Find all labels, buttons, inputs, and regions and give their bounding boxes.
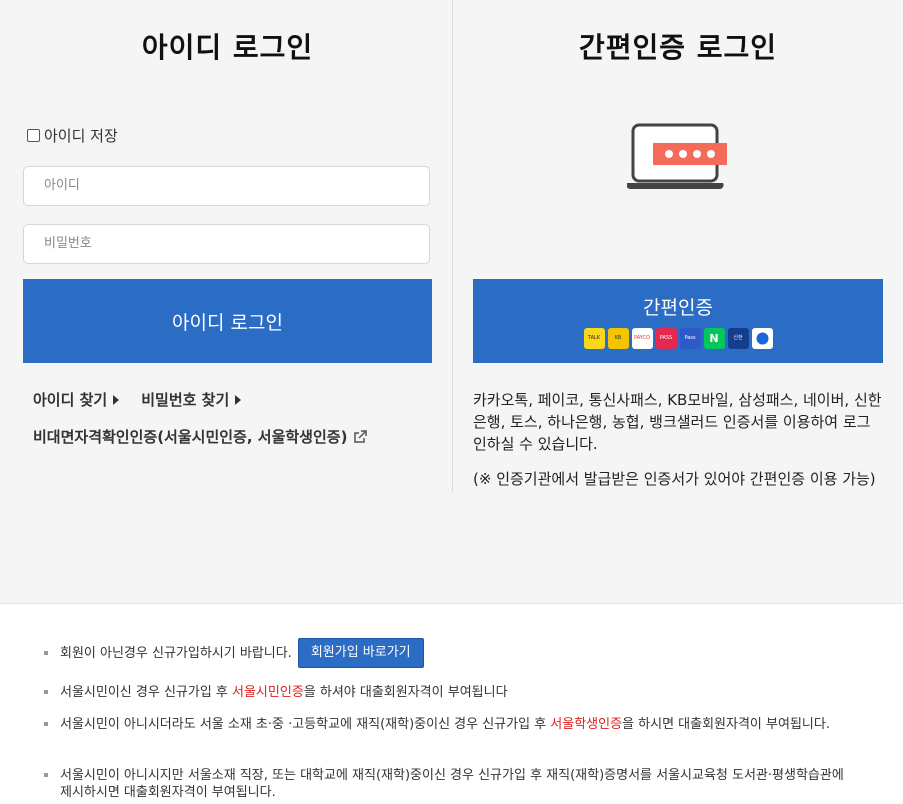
notice-text: 서울시민이신 경우 신규가입 후 서울시민인증을 하셔야 대출회원자격이 부여됩… — [60, 684, 864, 701]
easy-login-description: 카카오톡, 페이코, 통신사패스, KB모바일, 삼성패스, 네이버, 신한은행… — [473, 391, 882, 453]
easy-login-button-label: 간편인증 — [643, 297, 713, 319]
seoul-citizen-auth-text: 서울시민인증 — [232, 685, 304, 700]
easy-login-title: 간편인증 로그인 — [578, 31, 778, 64]
list-item: 서울시민이 아니시지만 서울소재 직장, 또는 대학교에 재직(재학)중이신 경… — [44, 767, 864, 801]
bullet-icon — [44, 773, 48, 777]
find-links: 아이디 찾기 비밀번호 찾기 — [33, 389, 242, 410]
notice-text-part: 을 하셔야 대출회원자격이 부여됩니다 — [303, 685, 508, 700]
id-login-title: 아이디 로그인 — [141, 31, 314, 64]
shinhan-icon: 신한 — [727, 328, 749, 349]
save-id-label: 아이디 저장 — [44, 127, 118, 145]
easy-login-button[interactable]: 간편인증 TALK KB PAYCO PASS Pass N 신한 — [473, 279, 883, 363]
kb-icon: KB — [607, 328, 629, 349]
payco-icon: PAYCO — [631, 328, 653, 349]
arrow-right-icon — [235, 394, 242, 405]
laptop-password-icon — [627, 123, 727, 190]
notice-text-part: 서울시민이 아니시더라도 서울 소재 초·중 ·고등학교에 재직(재학)중이신 … — [60, 717, 551, 732]
id-input[interactable]: 아이디 — [23, 166, 430, 206]
notice-text: 서울시민이 아니시더라도 서울 소재 초·중 ·고등학교에 재직(재학)중이신 … — [60, 716, 864, 733]
password-input[interactable]: 비밀번호 — [23, 224, 430, 264]
notice-text: 서울시민이 아니시지만 서울소재 직장, 또는 대학교에 재직(재학)중이신 경… — [60, 768, 844, 800]
bullet-icon — [44, 722, 48, 726]
column-divider — [452, 0, 453, 492]
naver-icon: N — [703, 328, 725, 349]
list-item: 회원이 아닌경우 신규가입하시기 바랍니다. 회원가입 바로가기 — [44, 638, 864, 668]
list-item: 서울시민이 아니시더라도 서울 소재 초·중 ·고등학교에 재직(재학)중이신 … — [44, 716, 864, 733]
samsung-pass-icon: Pass — [679, 328, 701, 349]
notice-text-part: 서울시민이신 경우 신규가입 후 — [60, 685, 233, 700]
cert-link-label: 비대면자격확인인증(서울시민인증, 서울학생인증) — [33, 428, 348, 446]
find-password-link[interactable]: 비밀번호 찾기 — [141, 389, 242, 410]
seoul-student-auth-text: 서울학생인증 — [550, 717, 623, 732]
notice-text-part: 을 하시면 대출회원자격이 부여됩니다. — [622, 717, 830, 732]
id-login-button[interactable]: 아이디 로그인 — [23, 279, 432, 363]
find-id-label: 아이디 찾기 — [33, 391, 108, 409]
bullet-icon — [44, 690, 48, 694]
join-button[interactable]: 회원가입 바로가기 — [297, 638, 424, 668]
toss-icon — [751, 328, 773, 349]
save-id-checkbox[interactable]: 아이디 저장 — [27, 125, 118, 146]
external-link-icon — [354, 429, 368, 443]
pass-icon: PASS — [655, 328, 677, 349]
bullet-icon — [44, 651, 48, 655]
notice-text: 회원이 아닌경우 신규가입하시기 바랍니다. — [60, 645, 292, 661]
provider-icons: TALK KB PAYCO PASS Pass N 신한 — [583, 328, 773, 349]
easy-login-note: (※ 인증기관에서 발급받은 인증서가 있어야 간편인증 이용 가능) — [473, 470, 876, 488]
arrow-right-icon — [113, 394, 120, 405]
find-id-link[interactable]: 아이디 찾기 — [33, 389, 120, 410]
checkbox-box[interactable] — [27, 129, 40, 142]
list-item: 서울시민이신 경우 신규가입 후 서울시민인증을 하셔야 대출회원자격이 부여됩… — [44, 684, 864, 701]
find-password-label: 비밀번호 찾기 — [141, 391, 230, 409]
kakaotalk-icon: TALK — [583, 328, 605, 349]
cert-link[interactable]: 비대면자격확인인증(서울시민인증, 서울학생인증) — [33, 426, 368, 447]
